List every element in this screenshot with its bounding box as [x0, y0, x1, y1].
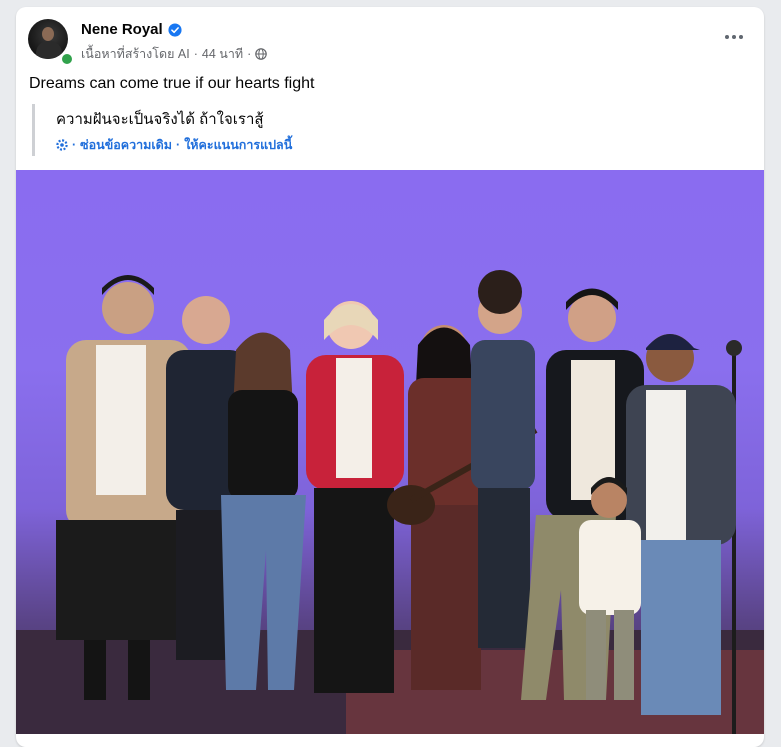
meta-separator: ·: [193, 47, 198, 61]
translated-text: ความฝันจะเป็นจริงได้ ถ้าใจเราสู้: [56, 111, 264, 128]
post-header: Nene Royal เนื้อหาที่สร้างโดย AI · 44 นา…: [16, 7, 764, 67]
ai-content-label[interactable]: เนื้อหาที่สร้างโดย AI: [81, 44, 190, 64]
avatar-body: [36, 41, 62, 59]
more-options-icon[interactable]: [720, 29, 748, 45]
globe-icon: [255, 48, 268, 60]
more-dot: [732, 35, 736, 39]
post-photo[interactable]: [16, 170, 764, 734]
translation-block: ความฝันจะเป็นจริงได้ ถ้าใจเราสู้ · ซ่อนข…: [32, 104, 703, 156]
author-row: Nene Royal: [81, 21, 182, 38]
translate-settings-icon[interactable]: [56, 139, 68, 151]
online-status-dot: [60, 52, 74, 66]
person-8: [626, 334, 736, 715]
post-card: Nene Royal เนื้อหาที่สร้างโดย AI · 44 นา…: [16, 7, 764, 747]
hide-original-link[interactable]: ซ่อนข้อความเดิม: [80, 135, 172, 155]
more-dot: [739, 35, 743, 39]
more-dot: [725, 35, 729, 39]
actions-separator: ·: [72, 138, 77, 152]
meta-separator: ·: [247, 47, 252, 61]
microphone: [726, 340, 742, 356]
author-name[interactable]: Nene Royal: [81, 21, 163, 38]
post-meta: เนื้อหาที่สร้างโดย AI · 44 นาที ·: [81, 44, 268, 64]
group-photo-illustration: [16, 270, 764, 734]
person-6: [471, 270, 535, 648]
actions-separator: ·: [176, 138, 181, 152]
post-text: Dreams can come true if our hearts fight: [29, 75, 315, 92]
verified-badge-icon: [168, 22, 182, 37]
post-timestamp[interactable]: 44 นาที: [202, 44, 243, 64]
avatar-face: [42, 27, 54, 41]
translation-actions: · ซ่อนข้อความเดิม · ให้คะแนนการแปลนี้: [56, 135, 292, 155]
rate-translation-link[interactable]: ให้คะแนนการแปลนี้: [184, 135, 292, 155]
